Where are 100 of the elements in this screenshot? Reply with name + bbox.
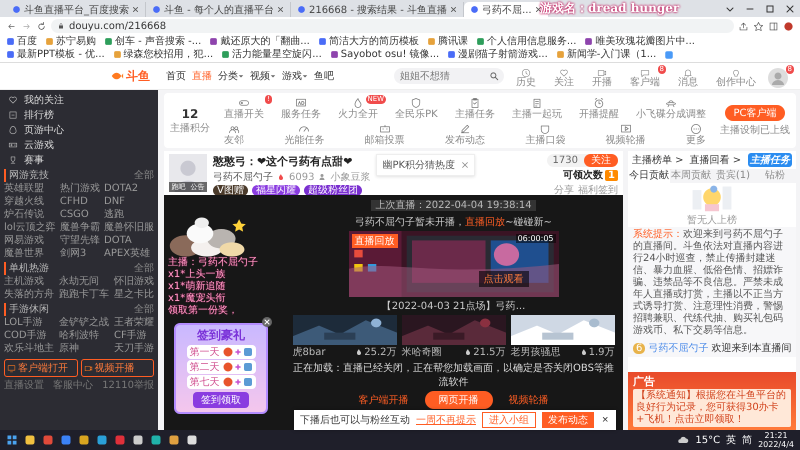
notice-button[interactable]: 进入小组 [482,412,536,428]
maximize-icon[interactable] [765,4,775,14]
bookmark[interactable]: 百度 [6,35,37,48]
nav-link[interactable]: 游戏 [282,69,308,83]
category-link[interactable]: 穿越火线 [4,195,56,208]
category-link[interactable]: DOTA [104,234,154,247]
bookmark-icon[interactable] [664,50,674,60]
nav-link[interactable]: 视频 [250,69,276,83]
category-link[interactable]: 剑网3 [60,247,100,260]
channel-name[interactable]: 老男孩骚思 [510,345,560,359]
channel-name[interactable]: 米哈奇圈 [402,345,442,359]
panel-link[interactable]: 直播回看 > [690,153,742,167]
notice-button[interactable]: 发布动态 [542,412,594,428]
category-link[interactable]: 热门游戏 [60,182,100,195]
panel-link[interactable]: 主播榜单 > [632,153,684,167]
footer-link[interactable]: 客服中心 [53,379,94,392]
header-action[interactable]: 关注 [548,64,580,88]
browser-tab[interactable]: 斗鱼 - 每个人的直播平台 [146,2,291,17]
category-link[interactable]: DOTA2 [104,182,154,195]
nav-link[interactable]: 分类 [218,69,244,83]
app-icon[interactable] [186,434,198,446]
category-link[interactable]: COD手游 [4,329,54,342]
sidebar-item[interactable]: 页游中心 [4,122,154,137]
sidebar-item[interactable]: 我的关注 [4,92,154,107]
group-link[interactable]: 小象豆浆 [330,170,370,184]
category-link[interactable]: LOL手游 [4,316,54,329]
rank-tab[interactable]: 贵宾(1) [712,169,754,183]
search-field[interactable]: 姐姐不想猜 [394,68,504,84]
bookmark[interactable]: 简洁大方的简历模板 [318,35,419,48]
bookmark[interactable]: 腾讯课 [426,35,468,48]
header-action[interactable]: 消息 [672,64,704,88]
follow-button[interactable]: 关注 [584,154,618,167]
bookmark[interactable]: 最新PPT模板 - 优... [6,48,105,61]
category-link[interactable]: APEX英雄 [104,247,154,260]
bookmark[interactable]: 漫剧猫子射箭游戏... [447,48,548,61]
sidebar-icon[interactable] [768,20,779,32]
toolbar-item[interactable]: 光能任务 [276,121,332,146]
watch-button[interactable]: 点击观看 [478,271,528,287]
welfare-link[interactable]: 福利签到 [578,183,618,197]
clock-date[interactable]: 2022/4/4 [758,440,794,449]
close-icon[interactable] [262,317,272,327]
bookmark[interactable]: Sayobot osu! 镜像... [330,48,440,61]
bookmark[interactable]: 个人信用信息服务... [476,35,576,48]
category-link[interactable]: 炉石传说 [4,208,56,221]
category-link[interactable]: 金铲铲之战 [59,316,109,329]
bookmark[interactable]: 创车 - 声音搜索 -... [104,35,202,48]
category-link[interactable]: 欢乐斗地主 [4,342,54,355]
more-link[interactable]: 全部 [134,169,154,182]
bookmark[interactable]: 唯美玫瑰花瓣图片中... [584,35,695,48]
bookmark[interactable]: 苏宁易购 [45,35,96,48]
app-icon[interactable] [150,434,162,446]
toolbar-item[interactable]: 友邻 [216,121,252,146]
close-icon[interactable] [785,4,795,14]
toolbar-item[interactable]: 小飞碟分成调整 [628,95,714,120]
toolbar-item[interactable]: 主播口袋 [517,121,574,146]
category-link[interactable]: 王者荣耀 [114,316,154,329]
nav-link[interactable]: 直播 [192,69,212,83]
app-icon[interactable] [168,434,180,446]
category-link[interactable]: 原神 [59,342,109,355]
toolbar-item[interactable]: 主播任务 [446,95,503,120]
sidebar-button[interactable]: 视频开播 [80,359,154,377]
nav-link[interactable]: 鱼吧 [314,69,334,83]
category-link[interactable]: 永劫无间 [59,275,109,288]
category-link[interactable]: 守望先锋 [60,234,100,247]
room-badge[interactable]: V图赠 [213,185,248,196]
app-icon[interactable] [132,434,144,446]
sidebar-item[interactable]: 赛事 [4,152,154,167]
category-link[interactable]: 逃跑 [104,208,154,221]
share-icon[interactable] [738,20,749,32]
sidebar-item[interactable]: 排行榜 [4,107,154,122]
toolbar-item[interactable]: 全民乐PK [387,95,446,120]
toolbar-item[interactable]: 邮箱投票 [356,121,413,146]
more-link[interactable]: 全部 [134,303,154,316]
clock-time[interactable]: 21:21 [764,431,788,440]
channel-name[interactable]: 虎8bar [292,345,326,359]
windows-icon[interactable] [6,434,18,446]
address-field[interactable]: douyu.com/216668 [51,19,734,33]
rank-tab[interactable]: 钻粉 [754,169,796,183]
category-link[interactable]: DNF [104,195,154,208]
claim-button[interactable]: 可领次数 1 [563,168,618,182]
category-link[interactable]: 失落的方舟 [4,288,54,301]
input-method[interactable]: 简 [742,433,752,447]
category-link[interactable]: 网易游戏 [4,234,56,247]
bookmark[interactable]: 绿森您校招用，犯... [112,48,214,61]
category-link[interactable]: CFHD [60,195,100,208]
stream-button[interactable]: 视频轮播 [502,392,554,408]
sidebar-item[interactable]: 云游戏 [4,137,154,152]
app-icon[interactable] [96,434,108,446]
pc-client-button[interactable]: PC客户端 [725,104,784,120]
profile-avatar[interactable] [783,20,794,32]
user-avatar[interactable] [768,68,788,88]
stream-button[interactable]: 网页开播 [424,391,492,409]
app-icon[interactable] [24,434,36,446]
site-logo[interactable]: 斗鱼 [110,68,150,84]
category-link[interactable]: 天刀手游 [114,342,154,355]
toolbar-item[interactable]: 更多 [678,121,714,146]
category-link[interactable]: lol云顶之弈 [4,221,56,234]
footer-link[interactable]: 直播设置 [4,379,44,392]
close-button[interactable]: × [600,414,610,426]
category-link[interactable]: 哈利波特 [59,329,109,342]
